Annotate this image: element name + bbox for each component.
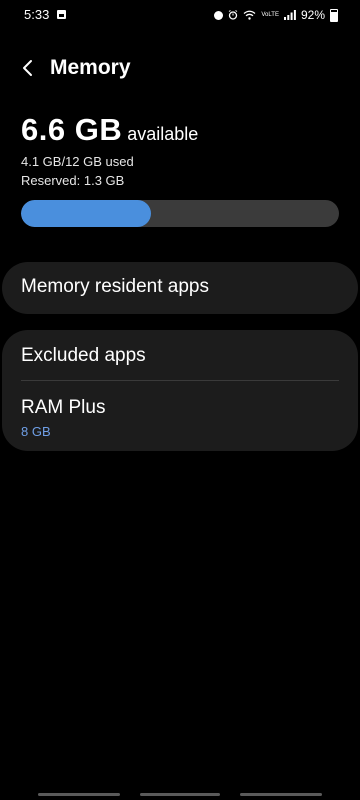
ram-plus-item[interactable]: RAM Plus 8 GB: [2, 397, 358, 439]
available-label: available: [127, 124, 199, 144]
excluded-apps-item[interactable]: Excluded apps: [2, 345, 358, 367]
battery-percent: 92%: [300, 8, 325, 22]
memory-resident-apps-item[interactable]: Memory resident apps: [2, 276, 358, 298]
nav-hint-right[interactable]: [240, 793, 322, 796]
nav-hint-center[interactable]: [140, 793, 220, 796]
memory-resident-apps-label: Memory resident apps: [21, 276, 209, 297]
available-value: 6.6 GB: [21, 112, 123, 147]
back-button[interactable]: [14, 54, 42, 82]
app-header: Memory: [0, 44, 360, 92]
page-title: Memory: [50, 56, 131, 79]
battery-icon: [330, 8, 338, 22]
signal-icon: [283, 10, 296, 20]
alarm-icon: [228, 10, 238, 20]
status-time: 5:33: [24, 7, 50, 22]
divider: [21, 380, 339, 381]
memory-summary: 6.6 GB available 4.1 GB/12 GB used Reser…: [21, 112, 341, 188]
excluded-apps-label: Excluded apps: [21, 345, 146, 366]
wifi-icon: [243, 10, 256, 20]
memory-resident-apps-card: Memory resident apps: [2, 262, 358, 314]
back-chevron-icon: [23, 60, 32, 76]
apps-settings-card: Excluded apps RAM Plus 8 GB: [2, 330, 358, 451]
memory-usage-bar: [21, 200, 339, 227]
reserved-text: Reserved: 1.3 GB: [21, 173, 125, 188]
ram-plus-label: RAM Plus: [21, 397, 106, 418]
available-row: 6.6 GB available: [21, 112, 341, 148]
volte-label: VoLTE: [261, 12, 279, 18]
gallery-icon: [57, 10, 66, 19]
ram-plus-value: 8 GB: [21, 424, 51, 439]
status-bar: 5:33 VoLTE 92%: [0, 0, 360, 30]
record-icon: [214, 10, 224, 20]
memory-usage-fill: [21, 200, 152, 227]
status-icons: VoLTE 92%: [214, 6, 338, 24]
used-text: 4.1 GB/12 GB used: [21, 154, 134, 169]
nav-hint-left[interactable]: [38, 793, 120, 796]
